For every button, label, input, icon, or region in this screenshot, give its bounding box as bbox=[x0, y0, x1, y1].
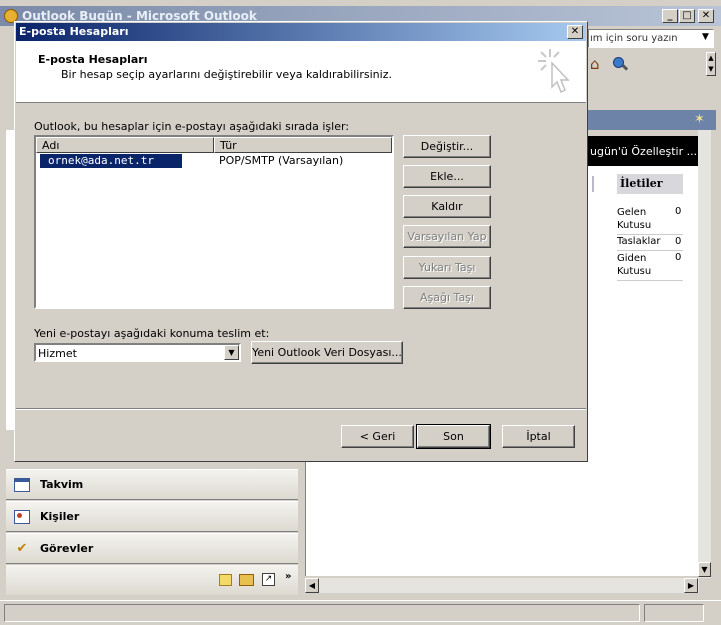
dialog-title-bar: E-posta Hesapları ✕ bbox=[16, 23, 586, 41]
deliver-label: Yeni e-postayı aşağıdaki konuma teslim e… bbox=[34, 327, 270, 340]
scroll-left-button[interactable]: ◀ bbox=[305, 578, 319, 593]
contacts-icon bbox=[12, 508, 32, 526]
today-settings-icon[interactable]: ✶ bbox=[694, 112, 705, 127]
status-panel-main bbox=[4, 604, 640, 622]
remove-button[interactable]: Kaldır bbox=[403, 195, 491, 218]
chevron-down-icon[interactable]: ▼ bbox=[702, 32, 709, 42]
dialog-header: E-posta Hesapları Bir hesap seçip ayarla… bbox=[16, 41, 586, 103]
nav-item-contacts[interactable]: Kişiler bbox=[6, 501, 298, 532]
today-left-pane-bottom bbox=[305, 460, 699, 576]
nav-item-calendar[interactable]: Takvim bbox=[6, 469, 298, 500]
add-button[interactable]: Ekle... bbox=[403, 165, 491, 188]
column-header-name[interactable]: Adı bbox=[36, 137, 214, 153]
today-header-bar: ✶ bbox=[588, 110, 716, 130]
accounts-list[interactable]: Adı Tür ornek@ada.net.tr POP/SMTP (Varsa… bbox=[34, 135, 394, 309]
accounts-list-header: Adı Tür bbox=[36, 137, 392, 153]
deliver-location-value: Hizmet bbox=[38, 347, 77, 360]
toolbar-chevron-icon[interactable]: ▲ ▼ bbox=[706, 52, 716, 76]
configure-buttons-chevron-icon[interactable]: » bbox=[285, 571, 291, 582]
footer-separator bbox=[16, 408, 586, 410]
home-icon[interactable]: ⌂ bbox=[590, 56, 606, 72]
order-description: Outlook, bu hesaplar için e-postayı aşağ… bbox=[34, 120, 350, 133]
set-default-button[interactable]: Varsayılan Yap bbox=[403, 225, 491, 248]
dialog-header-subtitle: Bir hesap seçip ayarlarını değiştirebili… bbox=[61, 68, 392, 81]
notes-icon[interactable] bbox=[219, 574, 232, 586]
calendar-icon bbox=[12, 476, 32, 494]
messages-row-inbox[interactable]: Gelen Kutusu 0 bbox=[617, 206, 683, 235]
cancel-button[interactable]: İptal bbox=[502, 425, 575, 448]
folder-icon[interactable] bbox=[239, 574, 254, 586]
messages-row-drafts[interactable]: Taslaklar 0 bbox=[617, 236, 683, 251]
today-customize-link[interactable]: ugün'ü Özelleştir ... bbox=[588, 136, 698, 166]
status-panel-right bbox=[644, 604, 704, 622]
globe-search-icon[interactable] bbox=[612, 56, 629, 72]
status-bar bbox=[0, 600, 721, 625]
nav-bottom-bar: ↗ » bbox=[6, 565, 298, 595]
maximize-button[interactable]: □ bbox=[679, 9, 695, 23]
dialog-header-title: E-posta Hesapları bbox=[38, 53, 148, 66]
column-header-type[interactable]: Tür bbox=[214, 137, 392, 153]
tasks-checkmark-icon: ✔ bbox=[16, 541, 28, 556]
finish-button[interactable]: Son bbox=[416, 424, 491, 449]
dialog-close-button[interactable]: ✕ bbox=[567, 25, 583, 39]
messages-panel-left-bar bbox=[592, 176, 594, 192]
help-search-text: ım için soru yazın bbox=[590, 33, 678, 44]
dialog-title: E-posta Hesapları bbox=[19, 25, 129, 38]
back-button[interactable]: < Geri bbox=[341, 425, 414, 448]
horizontal-scrollbar[interactable]: ◀ ▶ bbox=[305, 578, 699, 593]
account-row[interactable]: ornek@ada.net.tr POP/SMTP (Varsayılan) bbox=[36, 154, 392, 168]
shortcut-icon[interactable]: ↗ bbox=[262, 573, 275, 586]
move-down-button[interactable]: Aşağı Taşı bbox=[403, 286, 491, 309]
nav-item-tasks[interactable]: ✔ Görevler bbox=[6, 533, 298, 564]
minimize-button[interactable]: _ bbox=[662, 9, 678, 23]
deliver-location-select[interactable]: Hizmet ▼ bbox=[34, 343, 241, 362]
new-data-file-button[interactable]: Yeni Outlook Veri Dosyası... bbox=[251, 341, 403, 364]
pointer-click-icon bbox=[536, 47, 576, 97]
help-search-box[interactable]: ım için soru yazın ▼ bbox=[588, 29, 714, 48]
account-name-selected[interactable]: ornek@ada.net.tr bbox=[40, 154, 182, 168]
messages-panel: İletiler Gelen Kutusu 0 Taslaklar 0 Gide… bbox=[592, 174, 686, 284]
move-up-button[interactable]: Yukarı Taşı bbox=[403, 256, 491, 279]
scroll-down-button[interactable]: ▼ bbox=[698, 562, 711, 577]
email-accounts-dialog: E-posta Hesapları ✕ E-posta Hesapları Bi… bbox=[14, 21, 588, 462]
change-button[interactable]: Değiştir... bbox=[403, 135, 491, 158]
messages-heading: İletiler bbox=[617, 174, 683, 194]
messages-row-outbox[interactable]: Giden Kutusu 0 bbox=[617, 252, 683, 281]
close-button[interactable]: ✕ bbox=[698, 9, 714, 23]
account-type: POP/SMTP (Varsayılan) bbox=[219, 154, 344, 167]
vertical-scrollbar[interactable]: ▼ bbox=[698, 130, 711, 578]
scroll-right-button[interactable]: ▶ bbox=[684, 578, 698, 593]
dropdown-arrow-icon[interactable]: ▼ bbox=[224, 345, 239, 360]
